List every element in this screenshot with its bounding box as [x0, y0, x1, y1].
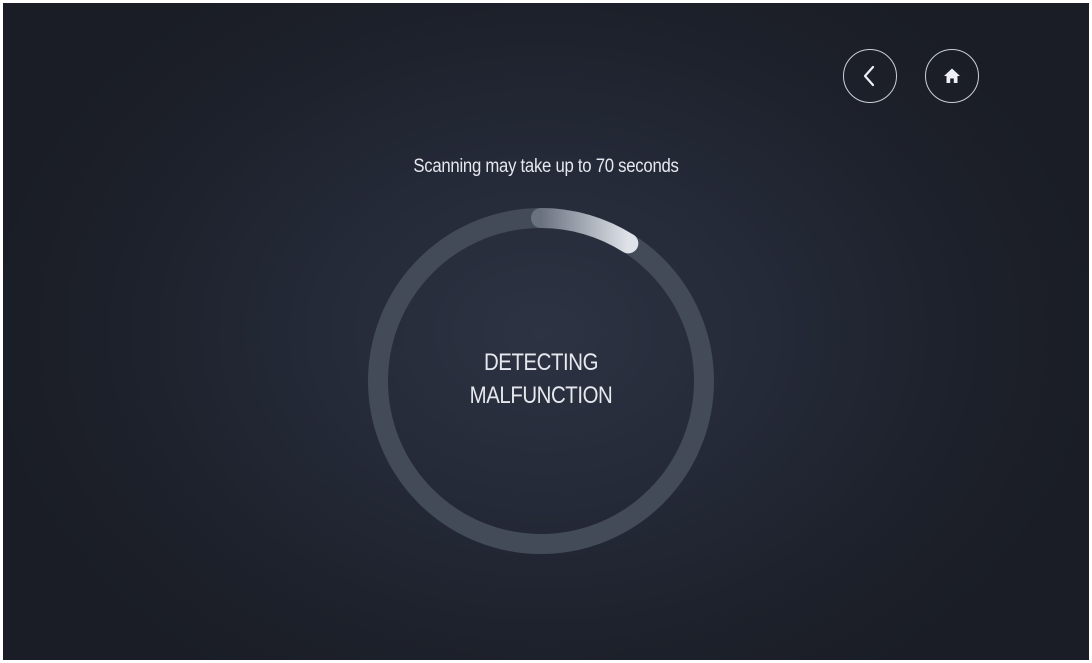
- scan-duration-note: Scanning may take up to 70 seconds: [413, 156, 679, 177]
- home-icon: [944, 68, 960, 83]
- scan-status-line-1: DETECTING: [483, 349, 599, 376]
- back-button[interactable]: [843, 49, 897, 103]
- home-button[interactable]: [925, 49, 979, 103]
- scan-screen: Scanning may take up to 70 seconds DETEC…: [3, 3, 1089, 660]
- progress-ring-fill: [531, 208, 639, 254]
- scan-status: DETECTING MALFUNCTION: [391, 346, 690, 412]
- chevron-left-icon: [863, 65, 875, 87]
- scan-status-line-2: MALFUNCTION: [469, 382, 613, 409]
